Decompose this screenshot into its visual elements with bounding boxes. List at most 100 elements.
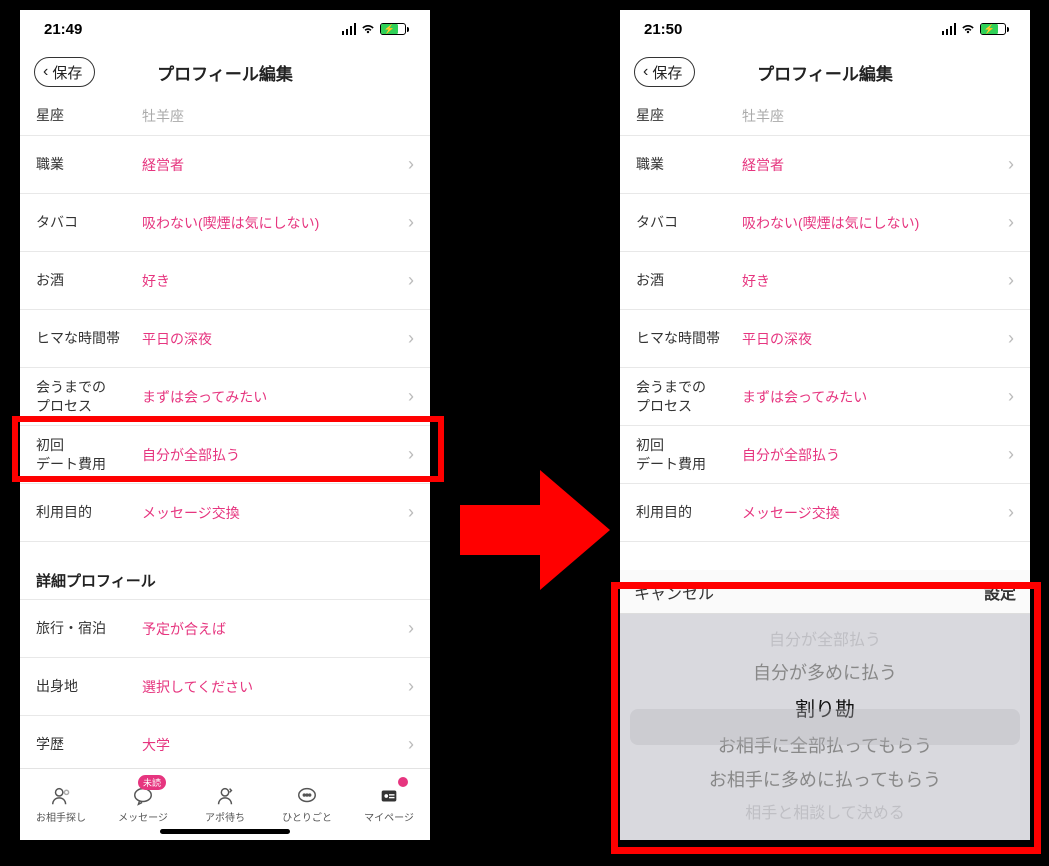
nav-header: ‹ 保存 プロフィール編集 xyxy=(20,48,430,96)
profile-row[interactable]: 初回デート費用自分が全部払う› xyxy=(20,426,430,484)
row-label: 星座 xyxy=(636,106,742,125)
profile-row[interactable]: お酒好き› xyxy=(20,252,430,310)
profile-row[interactable]: 職業経営者› xyxy=(620,136,1030,194)
tab-label: お相手探し xyxy=(36,809,86,824)
nav-header: ‹ 保存 プロフィール編集 xyxy=(620,48,1030,96)
chevron-right-icon: › xyxy=(1008,270,1014,291)
row-label: 会うまでのプロセス xyxy=(636,378,742,416)
tab-label: メッセージ xyxy=(118,809,168,824)
picker-option[interactable]: 自分が全部払う xyxy=(769,627,881,654)
chevron-right-icon: › xyxy=(1008,154,1014,175)
profile-row[interactable]: ヒマな時間帯平日の深夜› xyxy=(620,310,1030,368)
row-label: 利用目的 xyxy=(36,503,142,522)
row-value: 自分が全部払う xyxy=(742,445,1008,465)
notification-dot xyxy=(398,777,408,787)
chevron-right-icon: › xyxy=(408,502,414,523)
picker-option[interactable]: 相手と相談して決める xyxy=(745,800,905,827)
row-label: ヒマな時間帯 xyxy=(36,329,142,348)
chevron-right-icon: › xyxy=(408,212,414,233)
profile-row[interactable]: ヒマな時間帯平日の深夜› xyxy=(20,310,430,368)
wifi-icon xyxy=(360,21,376,38)
row-label: 星座 xyxy=(36,106,142,125)
profile-row[interactable]: 職業経営者› xyxy=(20,136,430,194)
profile-row[interactable]: 利用目的メッセージ交換› xyxy=(620,484,1030,542)
profile-row[interactable]: お酒好き› xyxy=(620,252,1030,310)
profile-list: 星座牡羊座職業経営者›タバコ吸わない(喫煙は気にしない)›お酒好き›ヒマな時間帯… xyxy=(20,96,430,768)
section-header-detail: 詳細プロフィール xyxy=(20,542,430,600)
row-label: 職業 xyxy=(636,155,742,174)
profile-row[interactable]: 出身地選択してください› xyxy=(20,658,430,716)
cellular-icon xyxy=(942,23,957,35)
chevron-right-icon: › xyxy=(408,618,414,639)
status-icons: ⚡ xyxy=(342,21,407,38)
picker-option[interactable]: 割り勘 xyxy=(795,693,855,727)
row-label: 会うまでのプロセス xyxy=(36,378,142,416)
picker-confirm-button[interactable]: 設定 xyxy=(984,580,1016,604)
profile-row[interactable]: 会うまでのプロセスまずは会ってみたい› xyxy=(20,368,430,426)
profile-row[interactable]: タバコ吸わない(喫煙は気にしない)› xyxy=(620,194,1030,252)
row-label: 職業 xyxy=(36,155,142,174)
tab-0[interactable]: お相手探し xyxy=(20,769,102,840)
chevron-right-icon: › xyxy=(408,734,414,755)
row-label: ヒマな時間帯 xyxy=(636,329,742,348)
picker-option[interactable]: 自分が多めに払う xyxy=(753,658,897,689)
chevron-right-icon: › xyxy=(408,270,414,291)
status-time: 21:50 xyxy=(644,21,682,38)
profile-row[interactable]: 利用目的メッセージ交換› xyxy=(20,484,430,542)
picker-option[interactable]: お相手に多めに払ってもらう xyxy=(709,765,941,796)
row-value: 自分が全部払う xyxy=(142,445,408,465)
row-label: 学歴 xyxy=(36,735,142,754)
row-label: 利用目的 xyxy=(636,503,742,522)
picker-toolbar: キャンセル 設定 xyxy=(620,570,1030,614)
arrow-right-icon xyxy=(460,460,610,600)
chevron-right-icon: › xyxy=(408,328,414,349)
chevron-right-icon: › xyxy=(408,444,414,465)
status-bar: 21:50 ⚡ xyxy=(620,10,1030,48)
row-value: 選択してください xyxy=(142,677,408,697)
profile-row[interactable]: 学歴大学› xyxy=(20,716,430,768)
status-time: 21:49 xyxy=(44,21,82,38)
row-label: 初回デート費用 xyxy=(636,436,742,474)
tab-4[interactable]: マイページ xyxy=(348,769,430,840)
row-label: 出身地 xyxy=(36,677,142,696)
chevron-right-icon: › xyxy=(408,386,414,407)
profile-row[interactable]: 旅行・宿泊予定が合えば› xyxy=(20,600,430,658)
home-indicator xyxy=(160,829,290,834)
chevron-right-icon: › xyxy=(408,676,414,697)
back-label: 保存 xyxy=(652,62,682,83)
tab-label: ひとりごと xyxy=(282,809,332,824)
row-value: メッセージ交換 xyxy=(742,503,1008,523)
picker-wheel[interactable]: 自分が全部払う自分が多めに払う割り勘お相手に全部払ってもらうお相手に多めに払って… xyxy=(620,614,1030,840)
chevron-right-icon: › xyxy=(408,154,414,175)
row-label: 旅行・宿泊 xyxy=(36,619,142,638)
profile-row: 星座牡羊座 xyxy=(20,96,430,136)
picker-cancel-button[interactable]: キャンセル xyxy=(634,580,714,604)
picker-option[interactable]: お相手に全部払ってもらう xyxy=(718,731,932,762)
row-value: 予定が合えば xyxy=(142,619,408,639)
back-button[interactable]: ‹ 保存 xyxy=(34,57,95,87)
chevron-left-icon: ‹ xyxy=(643,64,648,80)
row-label: タバコ xyxy=(36,213,142,232)
status-bar: 21:49 ⚡ xyxy=(20,10,430,48)
phone-screen-right: 21:50 ⚡ ‹ 保存 プロフィール編集 星座牡羊座職業経営者›タバコ吸わない… xyxy=(620,10,1030,840)
phone-screen-left: 21:49 ⚡ ‹ 保存 プロフィール編集 星座牡羊座職業経営者›タバコ吸わない… xyxy=(20,10,430,840)
row-value: 吸わない(喫煙は気にしない) xyxy=(742,213,1008,233)
back-button[interactable]: ‹ 保存 xyxy=(634,57,695,87)
profile-row: 星座牡羊座 xyxy=(620,96,1030,136)
unread-badge: 未読 xyxy=(138,775,166,790)
status-icons: ⚡ xyxy=(942,21,1007,38)
row-label: タバコ xyxy=(636,213,742,232)
row-value: メッセージ交換 xyxy=(142,503,408,523)
picker-sheet: キャンセル 設定 自分が全部払う自分が多めに払う割り勘お相手に全部払ってもらうお… xyxy=(620,570,1030,840)
chevron-right-icon: › xyxy=(1008,328,1014,349)
row-value: 平日の深夜 xyxy=(742,329,1008,349)
profile-row[interactable]: 初回デート費用自分が全部払う› xyxy=(620,426,1030,484)
profile-row[interactable]: タバコ吸わない(喫煙は気にしない)› xyxy=(20,194,430,252)
row-value: 大学 xyxy=(142,735,408,755)
chevron-right-icon: › xyxy=(1008,502,1014,523)
row-value: 吸わない(喫煙は気にしない) xyxy=(142,213,408,233)
row-value: 好き xyxy=(142,271,408,291)
battery-icon: ⚡ xyxy=(980,23,1006,35)
row-value: 平日の深夜 xyxy=(142,329,408,349)
profile-row[interactable]: 会うまでのプロセスまずは会ってみたい› xyxy=(620,368,1030,426)
